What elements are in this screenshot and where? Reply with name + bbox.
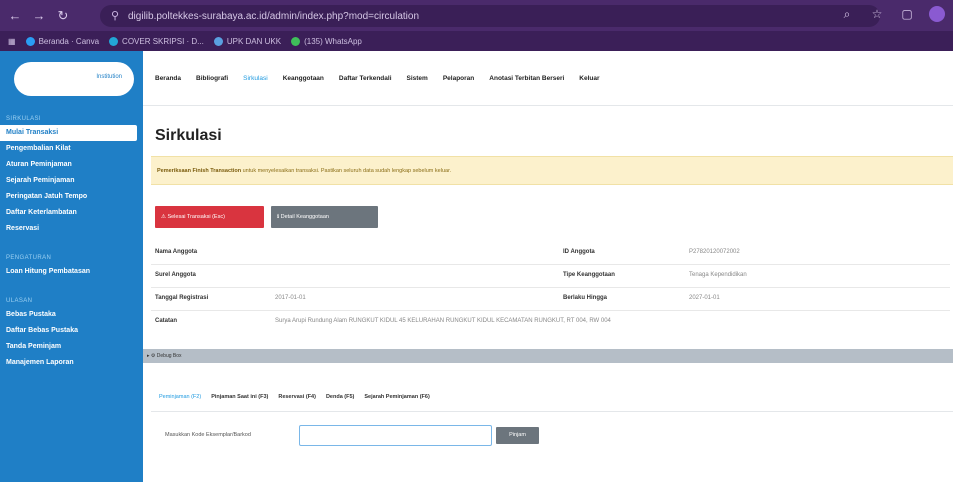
tabs-divider xyxy=(151,411,953,412)
alert-strong: Pemeriksaan xyxy=(157,168,191,174)
member-row: Nama Anggota ID Anggota P27820120072002 xyxy=(155,242,950,262)
browser-titlebar: ← → ↻ ⚲ digilib.poltekkes-surabaya.ac.id… xyxy=(0,0,953,31)
address-bar[interactable]: ⚲ digilib.poltekkes-surabaya.ac.id/admin… xyxy=(100,5,880,27)
bookmark-star-icon[interactable]: ☆ xyxy=(869,7,885,21)
member-detail-button[interactable]: ℹ Detail Keanggotaan xyxy=(271,206,378,228)
brand-label: Institution xyxy=(96,73,122,80)
bookmark-favicon xyxy=(25,36,35,46)
transaction-tabs: Peminjaman (F2) Pinjaman Saat ini (F3) R… xyxy=(159,389,430,405)
register-date-value: 2017-01-01 xyxy=(275,295,306,301)
sidebar-item-reservasi[interactable]: Reservasi xyxy=(0,221,143,237)
member-row: Surel Anggota Tipe Keanggotaan Tenaga Ke… xyxy=(155,265,950,285)
bookmark-favicon xyxy=(291,36,301,46)
nav-sirkulasi[interactable]: Sirkulasi xyxy=(243,75,268,82)
member-type-value: Tenaga Kependidikan xyxy=(689,272,747,278)
back-icon[interactable]: ← xyxy=(6,7,24,25)
member-row: Tanggal Registrasi 2017-01-01 Berlaku Hi… xyxy=(155,288,950,308)
url-text[interactable]: digilib.poltekkes-surabaya.ac.id/admin/i… xyxy=(128,11,419,22)
tab-denda[interactable]: Denda (F5) xyxy=(326,389,354,405)
sidebar-item-tanda-peminjam[interactable]: Tanda Peminjam xyxy=(0,339,143,355)
loan-submit-button[interactable]: Pinjam xyxy=(496,427,539,444)
sidebar-section-title: SIRKULASI xyxy=(6,116,41,122)
expire-date-value: 2027-01-01 xyxy=(689,295,720,301)
bookmark-item[interactable]: (135) WhatsApp xyxy=(291,36,362,46)
nav-bibliografi[interactable]: Bibliografi xyxy=(196,75,228,82)
brand: Institution xyxy=(0,51,143,106)
bookmark-label: Beranda · Canva xyxy=(38,36,100,46)
sidebar-item-manajemen-laporan[interactable]: Manajemen Laporan xyxy=(0,355,143,371)
sidebar-item-sejarah-peminjaman[interactable]: Sejarah Peminjaman xyxy=(0,173,143,189)
bookmark-item[interactable]: UPK DAN UKK xyxy=(213,36,282,46)
top-navigation: Beranda Bibliografi Sirkulasi Keanggotaa… xyxy=(143,51,953,106)
profile-avatar[interactable] xyxy=(929,6,945,22)
member-type-label: Tipe Keanggotaan xyxy=(563,272,615,278)
member-name-label: Nama Anggota xyxy=(155,249,198,255)
sidebar-item-loan-rules[interactable]: Loan Hitung Pembatasan xyxy=(0,264,143,280)
main-content: Sirkulasi Pemeriksaan Finish Transaction… xyxy=(143,107,953,482)
nav-keanggotaan[interactable]: Keanggotaan xyxy=(283,75,324,82)
nav-terbitan-berseri[interactable]: Anotasi Terbitan Berseri xyxy=(489,75,564,82)
bookmark-label: UPK DAN UKK xyxy=(226,36,282,46)
sidebar-item-mulai-transaksi[interactable]: Mulai Transaksi xyxy=(0,125,137,141)
register-date-label: Tanggal Registrasi xyxy=(155,295,209,301)
sidebar: Institution SIRKULASI Mulai Transaksi Pe… xyxy=(0,51,143,482)
extensions-icon[interactable]: ▢ xyxy=(899,7,915,21)
site-info-icon[interactable]: ⚲ xyxy=(108,9,122,23)
member-id-label: ID Anggota xyxy=(563,249,595,255)
member-email-label: Surel Anggota xyxy=(155,272,196,278)
bookmarks-bar: ▦ Beranda · Canva COVER SKRIPSI · D... U… xyxy=(0,31,953,51)
note-value: Surya Arupi Rundung Alam RUNGKUT KIDUL 4… xyxy=(275,318,611,324)
page-title: Sirkulasi xyxy=(155,127,222,144)
bookmark-item[interactable]: Beranda · Canva xyxy=(25,36,100,46)
tab-reservasi[interactable]: Reservasi (F4) xyxy=(278,389,316,405)
info-alert: Pemeriksaan Finish Transaction untuk men… xyxy=(151,156,953,185)
note-label: Catatan xyxy=(155,318,178,324)
zoom-icon[interactable]: ⌕ xyxy=(839,7,855,22)
bookmark-favicon xyxy=(213,36,223,46)
item-code-label: Masukkan Kode Eksemplar/Barkod xyxy=(165,432,251,438)
forward-icon[interactable]: → xyxy=(30,7,48,25)
bookmark-item[interactable]: COVER SKRIPSI · D... xyxy=(109,36,204,46)
apps-icon[interactable]: ▦ xyxy=(8,37,16,46)
debug-box-toggle[interactable]: ▸ ⚙ Debug Box xyxy=(143,349,953,363)
bookmark-label: (135) WhatsApp xyxy=(304,36,362,46)
nav-beranda[interactable]: Beranda xyxy=(155,75,181,82)
tab-sejarah-peminjaman[interactable]: Sejarah Peminjaman (F6) xyxy=(364,389,429,405)
sidebar-section-title: PENGATURAN xyxy=(6,255,52,261)
sidebar-section-title: ULASAN xyxy=(6,298,33,304)
member-id-value: P27820120072002 xyxy=(689,249,740,255)
reload-icon[interactable]: ↻ xyxy=(54,7,72,25)
tab-peminjaman[interactable]: Peminjaman (F2) xyxy=(159,389,201,405)
finish-transaction-button[interactable]: ⚠ Selesai Transaksi (Esc) xyxy=(155,206,264,228)
expire-date-label: Berlaku Hingga xyxy=(563,295,608,301)
member-row: Catatan Surya Arupi Rundung Alam RUNGKUT… xyxy=(155,311,950,331)
tab-pinjaman-saat-ini[interactable]: Pinjaman Saat ini (F3) xyxy=(211,389,268,405)
sidebar-item-aturan-peminjaman[interactable]: Aturan Peminjaman xyxy=(0,157,143,173)
sidebar-item-daftar-keterlambatan[interactable]: Daftar Keterlambatan xyxy=(0,205,143,221)
nav-daftar-terkendali[interactable]: Daftar Terkendali xyxy=(339,75,392,82)
bookmark-label: COVER SKRIPSI · D... xyxy=(122,36,204,46)
item-code-input[interactable] xyxy=(299,425,492,446)
sidebar-item-bebas-pustaka[interactable]: Bebas Pustaka xyxy=(0,307,143,323)
sidebar-item-peringatan-jatuh-tempo[interactable]: Peringatan Jatuh Tempo xyxy=(0,189,143,205)
nav-keluar[interactable]: Keluar xyxy=(579,75,599,82)
sidebar-item-pengembalian-kilat[interactable]: Pengembalian Kilat xyxy=(0,141,143,157)
bookmark-favicon xyxy=(109,36,119,46)
alert-text: untuk menyelesaikan transaksi. Pastikan … xyxy=(242,168,452,174)
alert-mid: Finish Transaction xyxy=(192,168,242,174)
brand-logo[interactable]: Institution xyxy=(14,61,134,96)
nav-sistem[interactable]: Sistem xyxy=(407,75,428,82)
sidebar-item-daftar-bebas-pustaka[interactable]: Daftar Bebas Pustaka xyxy=(0,323,143,339)
browser-actions: ⌕ ☆ ▢ xyxy=(839,6,945,22)
nav-pelaporan[interactable]: Pelaporan xyxy=(443,75,474,82)
